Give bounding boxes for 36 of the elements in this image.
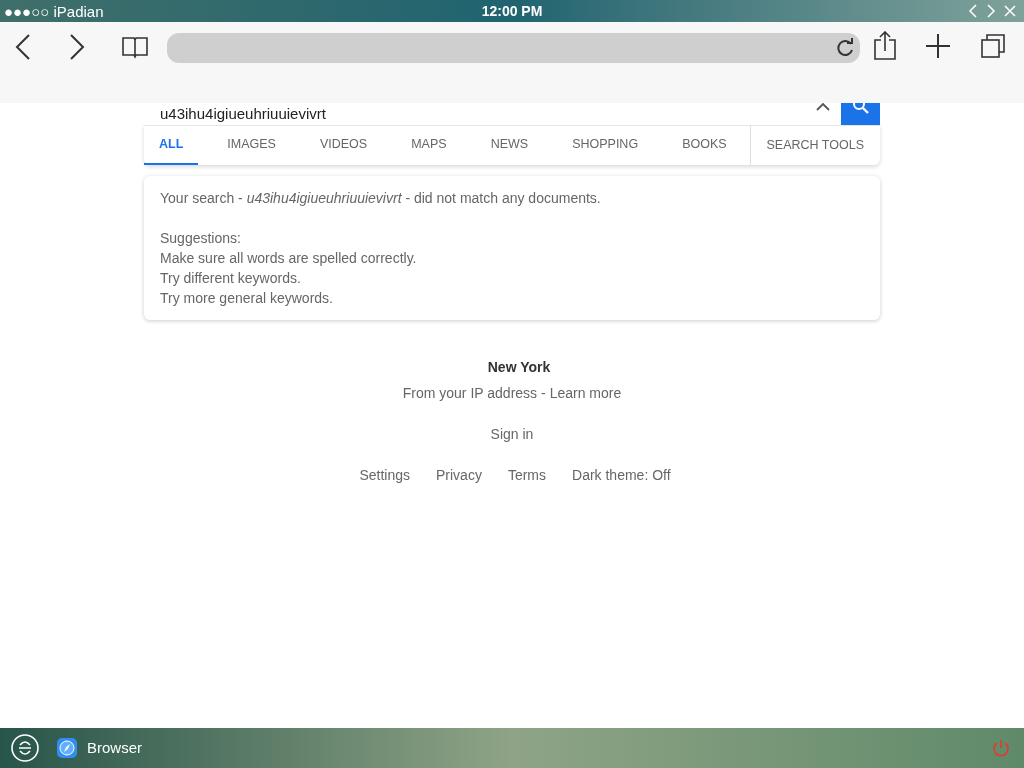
footer-link[interactable]: Terms: [507, 465, 547, 486]
footer-link[interactable]: Privacy: [436, 465, 482, 486]
search-button[interactable]: [841, 103, 880, 125]
location-label: New York: [487, 358, 551, 377]
tab[interactable]: IMAGES: [212, 126, 291, 165]
learn-more-link[interactable]: Learn more: [549, 383, 622, 404]
reload-icon[interactable]: [835, 38, 855, 58]
compass-icon[interactable]: [57, 738, 77, 758]
back-icon[interactable]: [13, 33, 33, 61]
plus-icon[interactable]: [925, 33, 951, 59]
app-label[interactable]: Browser: [87, 736, 142, 760]
forward-icon[interactable]: [67, 33, 87, 61]
close-icon[interactable]: [1004, 5, 1016, 17]
ip-note: From your IP address -: [402, 384, 546, 403]
search-tools-button[interactable]: SEARCH TOOLS: [749, 126, 880, 165]
tab[interactable]: ALL: [144, 126, 199, 165]
suggestion-text: Try different keywords.: [160, 269, 302, 288]
suggestion-text: Try more general keywords.: [160, 289, 334, 308]
chevron-up-icon[interactable]: [816, 103, 830, 111]
search-query: u43ihu4igiueuhriuuievivrt: [160, 105, 326, 123]
no-results-message: Your search - u43ihu4igiueuhriuuievivrt - did not match any documents.: [160, 189, 602, 208]
footer-link[interactable]: Settings: [359, 465, 410, 486]
suggestions-heading: Suggestions:: [160, 229, 242, 248]
clock: 12:00 PM: [481, 1, 543, 21]
tab[interactable]: BOOKS: [667, 126, 742, 165]
footer-link[interactable]: Dark theme: Off: [572, 465, 671, 486]
carrier-label: ●●●○○ iPadian: [4, 3, 104, 19]
tabs-icon[interactable]: [981, 34, 1005, 58]
tab[interactable]: MAPS: [396, 126, 462, 165]
book-icon[interactable]: [121, 35, 149, 59]
suggestion-text: Make sure all words are spelled correctly.: [160, 249, 418, 268]
tab[interactable]: NEWS: [475, 126, 544, 165]
tab[interactable]: VIDEOS: [304, 126, 383, 165]
share-icon[interactable]: [873, 31, 897, 61]
tab[interactable]: SHOPPING: [557, 126, 654, 165]
sign-in-link[interactable]: Sign in: [490, 424, 534, 445]
